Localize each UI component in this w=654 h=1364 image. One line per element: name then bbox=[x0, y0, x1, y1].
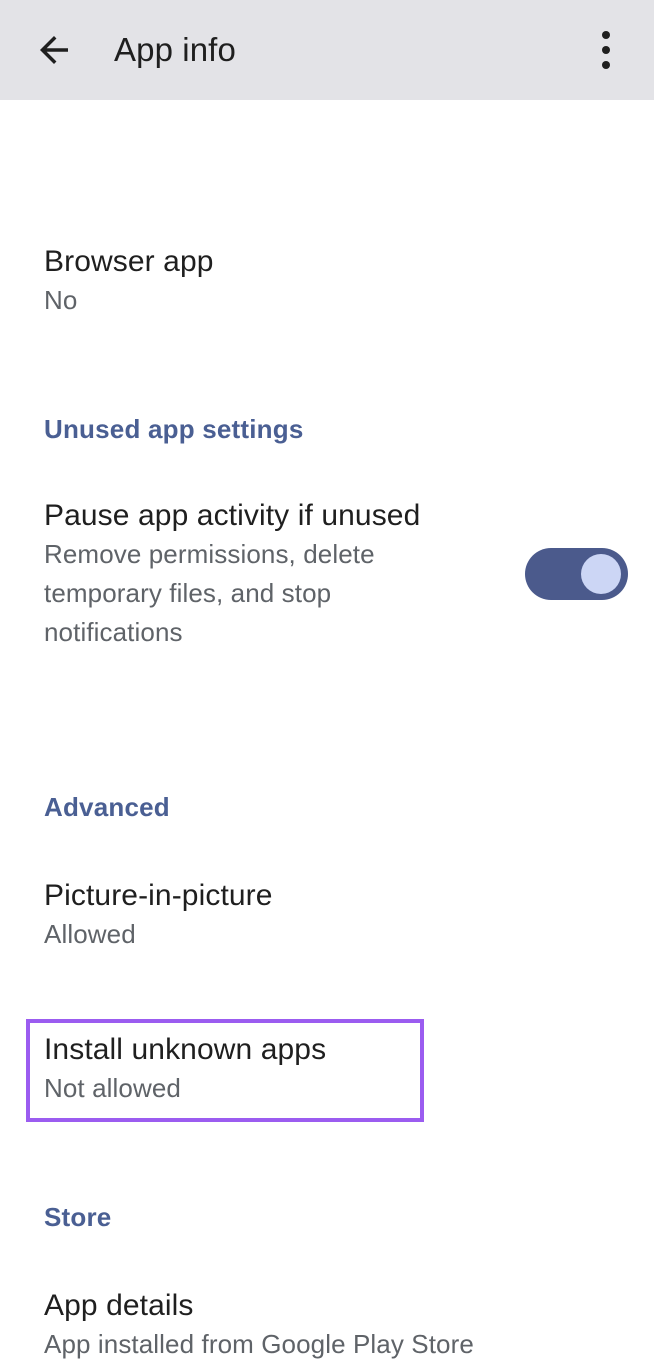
toggle-thumb bbox=[581, 554, 621, 594]
section-header-advanced: Advanced bbox=[44, 792, 170, 822]
pref-install-unknown-apps-summary: Not allowed bbox=[44, 1073, 181, 1103]
pref-pause-app-activity-summary: Remove permissions, delete temporary fil… bbox=[44, 539, 375, 647]
pref-picture-in-picture-summary: Allowed bbox=[44, 919, 136, 949]
back-button[interactable] bbox=[26, 22, 82, 78]
pref-browser-app[interactable]: Browser app No bbox=[0, 242, 654, 320]
pref-browser-app-text: Browser app No bbox=[44, 242, 628, 320]
pref-app-details-text: App details App installed from Google Pl… bbox=[44, 1286, 628, 1364]
section-header-unused-app-settings: Unused app settings bbox=[44, 414, 304, 444]
more-vertical-icon-dot bbox=[602, 61, 610, 69]
overflow-menu-button[interactable] bbox=[584, 22, 628, 78]
more-vertical-icon-dot bbox=[602, 46, 610, 54]
pref-picture-in-picture-title: Picture-in-picture bbox=[44, 879, 273, 912]
pref-app-details-summary: App installed from Google Play Store bbox=[44, 1329, 474, 1359]
pref-pause-app-activity-text: Pause app activity if unused Remove perm… bbox=[44, 496, 505, 652]
pref-app-details[interactable]: App details App installed from Google Pl… bbox=[0, 1286, 654, 1364]
arrow-left-icon bbox=[33, 29, 75, 71]
pref-browser-app-title: Browser app bbox=[44, 245, 214, 278]
pref-browser-app-summary: No bbox=[44, 285, 78, 315]
pref-install-unknown-apps-text: Install unknown apps Not allowed bbox=[44, 1030, 628, 1108]
pref-pause-app-activity[interactable]: Pause app activity if unused Remove perm… bbox=[0, 496, 654, 652]
pref-picture-in-picture[interactable]: Picture-in-picture Allowed bbox=[0, 876, 654, 954]
pref-install-unknown-apps-title: Install unknown apps bbox=[44, 1033, 327, 1066]
pref-picture-in-picture-text: Picture-in-picture Allowed bbox=[44, 876, 628, 954]
pause-app-activity-toggle[interactable] bbox=[525, 548, 628, 600]
page-title: App info bbox=[114, 31, 236, 68]
section-header-store: Store bbox=[44, 1202, 112, 1232]
app-bar: App info bbox=[0, 0, 654, 100]
app-info-screen: App info Browser app No Unused app setti… bbox=[0, 0, 654, 1359]
pref-pause-app-activity-title: Pause app activity if unused bbox=[44, 499, 421, 532]
pref-install-unknown-apps[interactable]: Install unknown apps Not allowed bbox=[0, 1030, 654, 1108]
more-vertical-icon bbox=[602, 31, 610, 39]
pref-app-details-title: App details bbox=[44, 1289, 194, 1322]
